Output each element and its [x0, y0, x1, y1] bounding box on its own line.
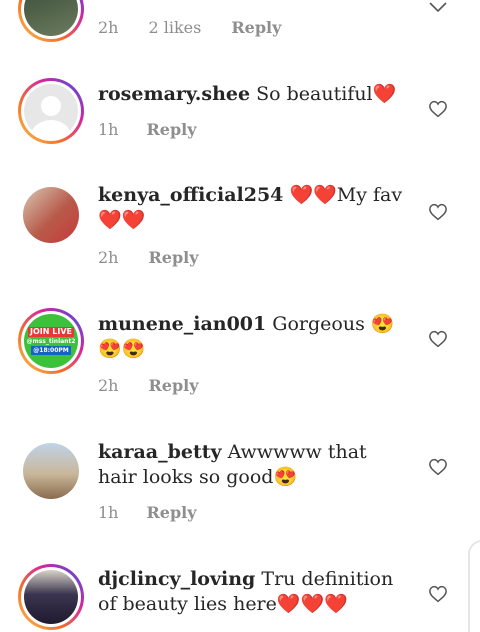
comment-body: So beautiful❤️: [256, 83, 397, 105]
avatar[interactable]: [23, 443, 79, 499]
bottom-sheet-edge: [468, 540, 480, 632]
reply-button[interactable]: Reply: [231, 18, 281, 37]
heart-outline-icon[interactable]: [428, 458, 448, 476]
chevron-down-icon[interactable]: [428, 0, 448, 19]
avatar-time-label: @18:00PM: [31, 346, 71, 355]
comment-username[interactable]: djclincy_loving: [98, 568, 255, 590]
avatar[interactable]: [18, 78, 84, 144]
reply-button[interactable]: Reply: [148, 248, 198, 267]
avatar[interactable]: JOIN LIVE @mss_tinlant2 @18:00PM: [18, 308, 84, 374]
comment-text: munene_ian001 Gorgeous 😍😍😍: [98, 312, 408, 362]
comment-username[interactable]: munene_ian001: [98, 313, 266, 335]
comment-time: 2h: [98, 248, 119, 267]
comment-time: 1h: [98, 120, 119, 139]
heart-outline-icon[interactable]: [428, 585, 448, 603]
comment-username[interactable]: rosemary.shee: [98, 83, 250, 105]
avatar-live-label: JOIN LIVE: [28, 327, 74, 337]
comment-meta: 1h Reply: [98, 503, 197, 522]
comment-time: 2h: [98, 18, 119, 37]
comment-time: 1h: [98, 503, 119, 522]
avatar-handle-label: @mss_tinlant2: [26, 338, 76, 345]
avatar[interactable]: [23, 187, 79, 243]
avatar[interactable]: [18, 0, 84, 42]
reply-button[interactable]: Reply: [146, 503, 196, 522]
comment-text: rosemary.shee So beautiful❤️: [98, 82, 408, 107]
heart-outline-icon[interactable]: [428, 330, 448, 348]
heart-outline-icon[interactable]: [428, 100, 448, 118]
reply-button[interactable]: Reply: [148, 376, 198, 395]
comment-meta: 2h 2 likes Reply: [98, 18, 281, 37]
comment-username[interactable]: kenya_official254: [98, 184, 283, 206]
comment-time: 2h: [98, 376, 119, 395]
likes-count[interactable]: 2 likes: [148, 18, 201, 37]
comment-text: djclincy_loving Tru definition of beauty…: [98, 567, 408, 617]
comment-username[interactable]: karaa_betty: [98, 441, 222, 463]
comment-meta: 2h Reply: [98, 376, 199, 395]
heart-outline-icon[interactable]: [428, 203, 448, 221]
comment-text: kenya_official254 ❤️❤️My fav ❤️❤️: [98, 183, 408, 233]
comment-meta: 1h Reply: [98, 120, 197, 139]
default-avatar-icon: [31, 96, 71, 138]
comment-meta: 2h Reply: [98, 248, 199, 267]
avatar[interactable]: [18, 564, 84, 630]
reply-button[interactable]: Reply: [146, 120, 196, 139]
comment-text: karaa_betty Awwwww that hair looks so go…: [98, 440, 408, 490]
